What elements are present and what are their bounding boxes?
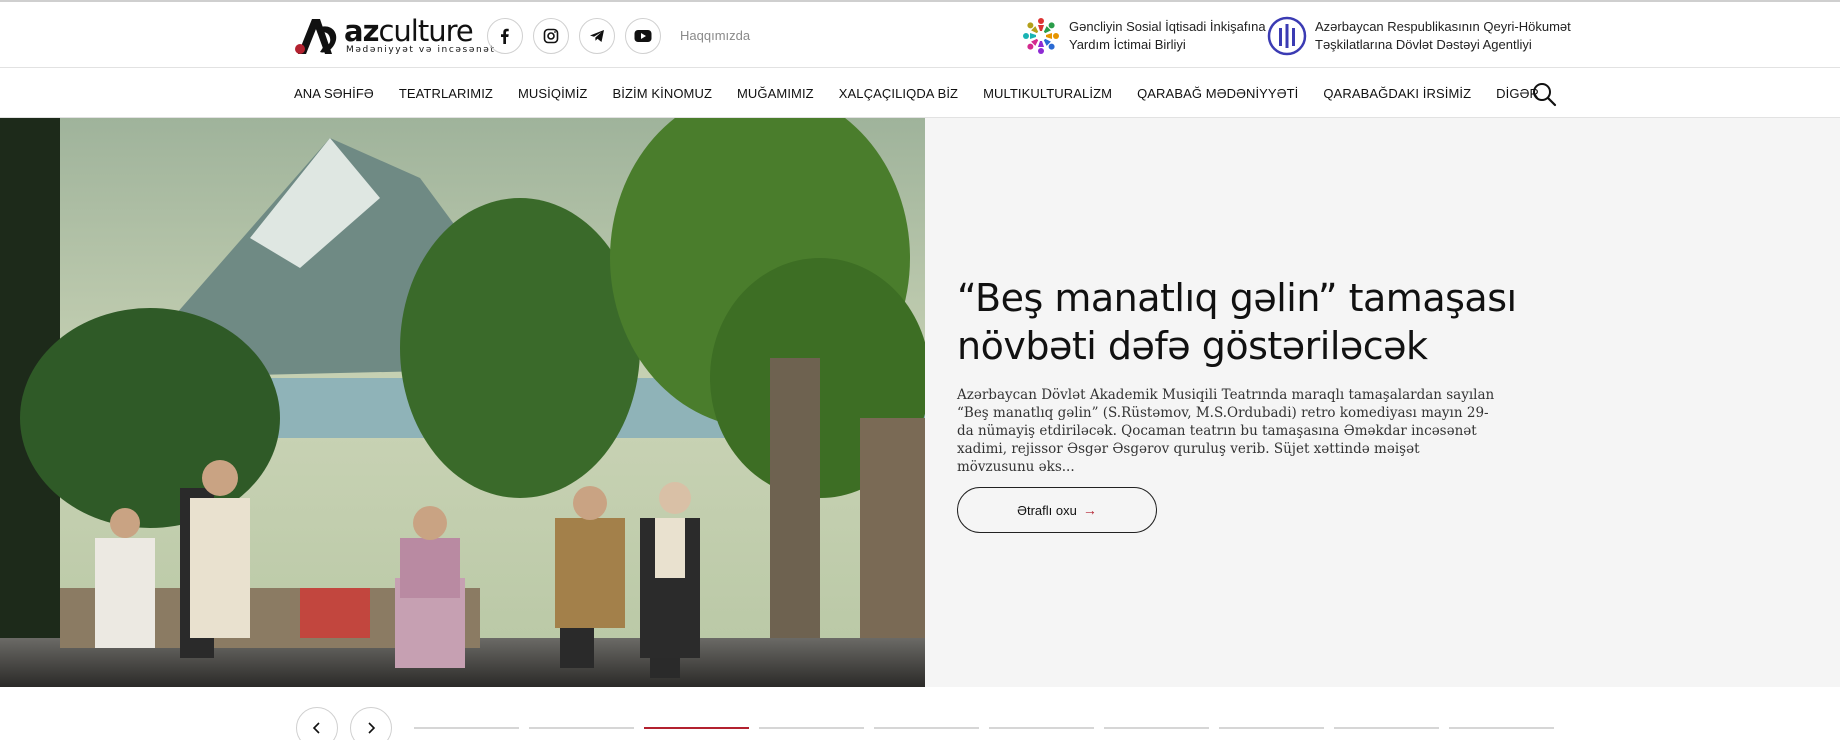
theatre-stage-photo (0, 118, 925, 687)
partner-ngo-agency-text: Azərbaycan Respublikasının Qeyri-Hökumət… (1315, 19, 1571, 52)
nav-item-karabakh-culture[interactable]: QARABAĞ MƏDƏNİYYƏTİ (1137, 86, 1298, 101)
instagram-icon (543, 28, 559, 44)
partner-youth-union[interactable]: Gəncliyin Sosial İqtisadi İnkişafına Yar… (1021, 16, 1266, 56)
slider-next-button[interactable] (350, 707, 392, 740)
nav-list: ANA SƏHİFƏ TEATRLARIMIZ MUSİQİMİZ BİZİM … (294, 69, 1564, 118)
nav-item-theatres[interactable]: TEATRLARIMIZ (399, 86, 493, 101)
youtube-link[interactable] (625, 18, 661, 54)
about-link[interactable]: Haqqımızda (680, 28, 750, 43)
logo-mark-icon (295, 19, 337, 54)
site-logo[interactable]: azculture Mədəniyyət və incəsənət (294, 14, 494, 56)
social-links (487, 18, 661, 54)
slider-dot[interactable] (1104, 727, 1209, 729)
slider-dot[interactable] (1219, 727, 1324, 729)
arrow-right-icon: → (1082, 502, 1097, 518)
main-nav: ANA SƏHİFƏ TEATRLARIMIZ MUSİQİMİZ BİZİM … (0, 69, 1840, 118)
nav-item-mugham[interactable]: MUĞAMIMIZ (737, 86, 814, 101)
facebook-link[interactable] (487, 18, 523, 54)
slider-prev-button[interactable] (296, 707, 338, 740)
slider-controls (0, 687, 1840, 740)
slider-dot[interactable] (874, 727, 979, 729)
slider-dot[interactable] (989, 727, 1094, 729)
logo-subtitle: Mədəniyyət və incəsənət (346, 45, 496, 55)
chevron-left-icon (312, 722, 320, 734)
hero-image[interactable] (0, 118, 925, 687)
hero-excerpt: Azərbaycan Dövlət Akademik Musiqili Teat… (957, 387, 1495, 475)
partner-columns-emblem-icon (1267, 16, 1307, 56)
logo-wordmark: azculture (344, 14, 474, 48)
partner-ngo-agency[interactable]: Azərbaycan Respublikasının Qeyri-Hökumət… (1267, 16, 1571, 56)
slider-dot[interactable] (1449, 727, 1554, 729)
slider-dot[interactable] (759, 727, 864, 729)
instagram-link[interactable] (533, 18, 569, 54)
hero-slider: “Beş manatlıq gəlin” tamaşası növbəti də… (0, 118, 1840, 687)
search-icon (1533, 83, 1557, 107)
facebook-icon (501, 28, 509, 44)
read-more-label: Ətraflı oxu (1017, 502, 1077, 518)
chevron-right-icon (368, 722, 376, 734)
slider-dot[interactable] (414, 727, 519, 729)
slider-dot[interactable] (1334, 727, 1439, 729)
slider-pagination (414, 727, 1554, 729)
hero-title[interactable]: “Beş manatlıq gəlin” tamaşası növbəti də… (957, 274, 1517, 370)
telegram-icon (590, 30, 604, 42)
slider-dot[interactable] (529, 727, 634, 729)
nav-item-karabakh-heritage[interactable]: QARABAĞDAKI İRSİMİZ (1323, 86, 1471, 101)
nav-item-carpets[interactable]: XALÇAÇILIQDA BİZ (839, 86, 958, 101)
partner-youth-union-text: Gəncliyin Sosial İqtisadi İnkişafına Yar… (1069, 19, 1266, 52)
nav-item-music[interactable]: MUSİQİMİZ (518, 86, 588, 101)
nav-item-multiculturalism[interactable]: MULTIKULTURALİZM (983, 86, 1112, 101)
nav-item-cinema[interactable]: BİZİM KİNOMUZ (612, 86, 712, 101)
youtube-icon (634, 30, 652, 42)
telegram-link[interactable] (579, 18, 615, 54)
search-button[interactable] (1531, 81, 1557, 107)
site-header: azculture Mədəniyyət və incəsənət Haqqım… (0, 2, 1840, 68)
nav-item-home[interactable]: ANA SƏHİFƏ (294, 86, 374, 101)
slider-dot[interactable] (644, 727, 749, 729)
partner-people-circle-icon (1023, 18, 1059, 54)
read-more-button[interactable]: Ətraflı oxu → (957, 487, 1157, 533)
